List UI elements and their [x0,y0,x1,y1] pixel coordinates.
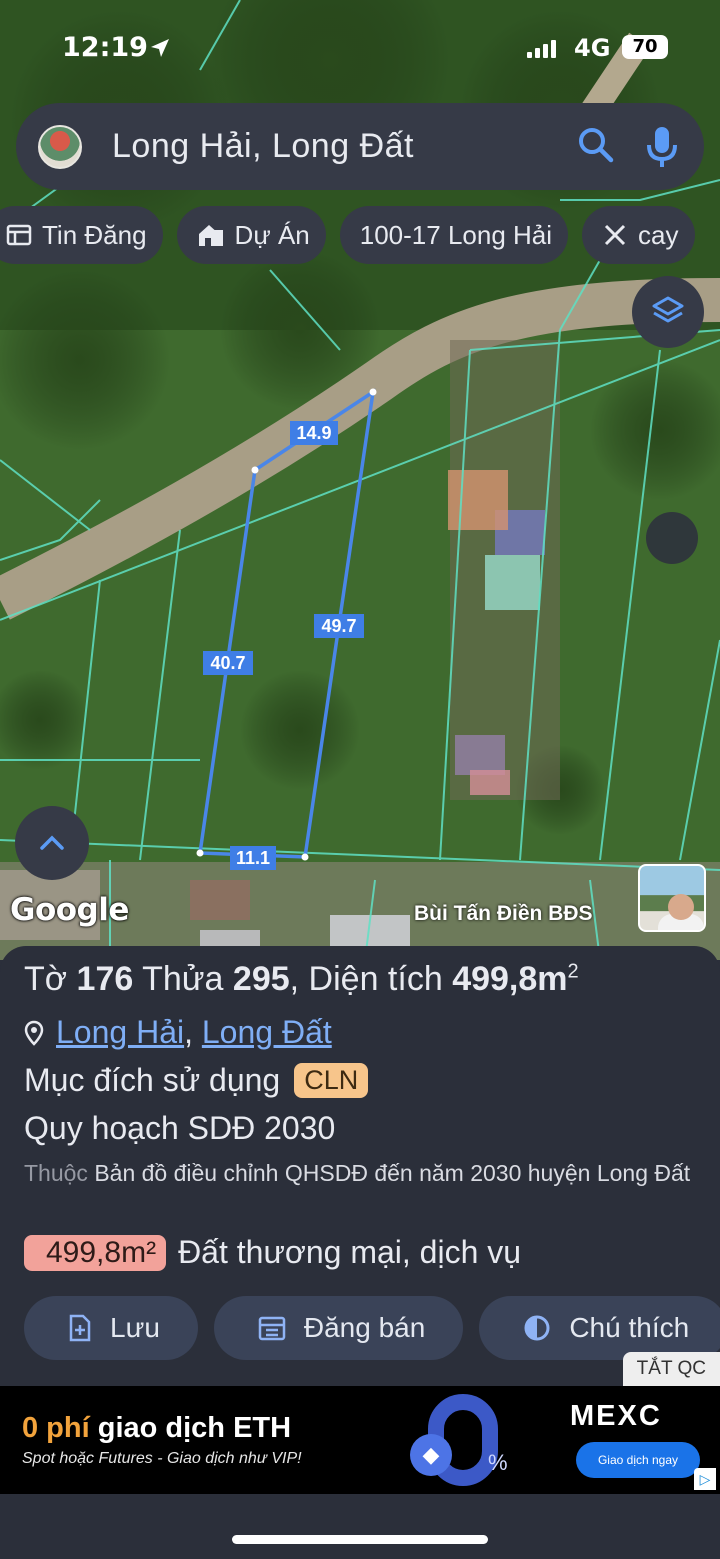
parcel-location: Long Hải, Long Đất [24,1014,332,1051]
measure-icon [604,224,626,246]
chip-label: cay [638,219,679,250]
search-input[interactable]: Long Hải, Long Đất [112,127,414,166]
ad-brand: MEXC [570,1400,662,1432]
chevron-up-icon [40,835,64,850]
calendar-icon [258,1316,286,1341]
plan-title: Quy hoạch SDĐ 2030 [24,1110,336,1146]
edge-label-bottom: 11.1 [236,848,270,868]
ad-subline: Spot hoặc Futures - Giao dịch như VIP! [22,1450,302,1467]
action-buttons: Lưu Đăng bán Chú thích [24,1296,720,1360]
post-sale-button[interactable]: Đăng bán [213,1296,464,1360]
search-icon[interactable] [576,125,616,170]
sheet-number: 176 [76,960,134,998]
filter-chips: Tin Đăng Dự Án 100-17 Long Hải cay [0,206,695,264]
zone-type: Đất thương mại, dịch vụ [178,1234,522,1270]
home-indicator[interactable] [232,1535,488,1544]
author-thumbnail[interactable] [638,864,706,932]
microphone-icon[interactable] [642,125,682,174]
plan-description: Thuộc Bản đồ điều chỉnh QHSDĐ đến năm 20… [24,1160,691,1186]
parcel-title: Tờ 176 Thửa 295, Diện tích 499,8m2 [24,960,579,998]
parcel-info-sheet: Tờ 176 Thửa 295, Diện tích 499,8m2 Long … [0,946,720,1386]
hide-ad-button[interactable]: TẮT QC [622,1352,720,1386]
ethereum-icon: ◆ [410,1434,452,1476]
edge-label-right: 49.7 [321,616,356,636]
contrast-icon [524,1315,550,1341]
zone-area-badge: 499,8m² [24,1234,167,1271]
land-purpose: Mục đích sử dụng CLN [24,1062,369,1099]
commune-link[interactable]: Long Hải [56,1014,184,1050]
google-logo: Google [10,892,129,928]
chip-label: Dự Án [234,219,310,250]
layers-icon [652,296,684,323]
screen: 14.9 49.7 40.7 11.1 12:19 4G 70 Long Hải… [0,0,720,1559]
layers-button[interactable] [632,276,704,348]
edge-label-top: 14.9 [296,423,331,443]
location-arrow-icon [148,36,172,64]
ad-banner[interactable]: 0 phí giao dịch ETH Spot hoặc Futures - … [0,1386,720,1494]
search-bar[interactable]: Long Hải, Long Đất [16,103,704,190]
purpose-badge: CLN [294,1063,369,1098]
ad-cta-button[interactable]: Giao dịch ngay [576,1442,700,1478]
legend-button[interactable]: Chú thích [479,1296,720,1360]
ad-percent: % [488,1450,508,1475]
district-link[interactable]: Long Đất [202,1014,332,1050]
chip-cay[interactable]: cay [582,206,695,264]
zone-row: 499,8m² Đất thương mại, dịch vụ [24,1234,521,1271]
chip-label: Tin Đăng [42,219,147,250]
project-icon [198,225,223,246]
chip-tin-dang[interactable]: Tin Đăng [0,206,163,264]
status-time: 12:19 [62,32,148,63]
ad-choices-icon[interactable]: ▷ [694,1468,716,1490]
save-button[interactable]: Lưu [24,1296,198,1360]
battery-icon: 70 [622,35,668,59]
status-bar: 12:19 4G 70 [0,22,720,74]
chip-label: 100-17 Long Hải [359,219,553,250]
map-credit: Bùi Tấn Điền BĐS [414,902,593,925]
floating-handle[interactable] [646,512,698,564]
edge-label-left: 40.7 [210,653,245,673]
cellular-signal-icon [527,40,556,58]
location-pin-icon [24,1020,44,1046]
chip-du-an[interactable]: Dự Án [176,206,326,264]
listing-icon [6,224,32,246]
avatar[interactable] [38,125,82,169]
add-file-icon [69,1314,91,1342]
area-value: 499,8m [452,960,568,998]
chip-lot-id[interactable]: 100-17 Long Hải [339,206,569,264]
ad-headline: 0 phí giao dịch ETH [22,1412,292,1444]
expand-button[interactable] [15,806,89,880]
network-type: 4G [574,34,611,62]
lot-number: 295 [232,960,290,998]
